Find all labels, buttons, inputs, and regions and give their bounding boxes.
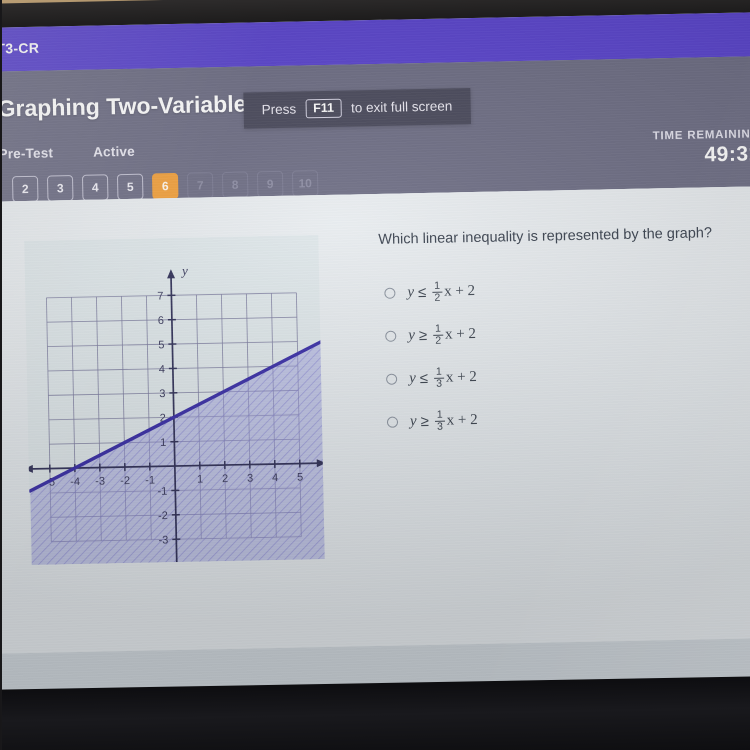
- svg-text:-1: -1: [157, 486, 167, 498]
- question-chip-8: 8: [221, 171, 249, 199]
- page-title-main: Graphing Two-Variable: [0, 90, 254, 122]
- radio-button-2[interactable]: [385, 330, 397, 342]
- expr-operator-3: ≤: [419, 369, 429, 388]
- svg-text:-2: -2: [158, 510, 168, 522]
- tab-pre-test[interactable]: Pre-Test: [0, 145, 53, 161]
- question-chip-2[interactable]: 2: [11, 175, 39, 203]
- time-remaining-label: TIME REMAINING: [652, 128, 750, 143]
- time-remaining-value: 49:31: [704, 142, 750, 167]
- expr-variable-y-1: y: [407, 284, 415, 301]
- expr-variable-y-4: y: [409, 413, 417, 430]
- svg-text:-2: -2: [120, 475, 130, 487]
- subtab-bar: Pre-Test Active: [0, 144, 135, 162]
- monitor-bezel-left: [0, 0, 2, 750]
- answer-expression-2: y ≥1 2 x + 2: [408, 323, 476, 347]
- expr-fraction-3: 13: [434, 365, 445, 390]
- expr-fraction-denominator-1: 2: [432, 291, 443, 304]
- answer-options: y ≤1 2 x + 2 y ≥1 2 x + 2 y ≤1 3 x + 2 y ≥1 3 x + 2: [384, 265, 747, 444]
- svg-text:6: 6: [158, 315, 164, 327]
- answer-expression-4: y ≥1 3 x + 2: [410, 409, 478, 433]
- fullscreen-toast-press: Press: [261, 101, 297, 118]
- assessment-header: Graphing Two-Variable Linear Inequalitie…: [0, 55, 750, 203]
- svg-text:4: 4: [272, 472, 278, 484]
- fullscreen-key-f11: F11: [305, 98, 343, 119]
- svg-text:5: 5: [158, 339, 164, 351]
- radio-button-4[interactable]: [386, 416, 399, 428]
- inequality-graph: -5-4-3-2-112345-3-2-11234567xy: [24, 235, 325, 565]
- svg-text:x: x: [322, 471, 325, 486]
- svg-text:4: 4: [159, 364, 165, 376]
- expr-operator-4: ≥: [420, 412, 430, 431]
- answer-option-3[interactable]: y ≤1 3 x + 2: [386, 351, 747, 401]
- question-chip-7: 7: [186, 172, 214, 199]
- radio-button-3[interactable]: [386, 373, 398, 385]
- content-body: -5-4-3-2-112345-3-2-11234567xy Which lin…: [0, 185, 750, 654]
- expr-fraction-numerator-1: 1: [434, 279, 441, 292]
- answer-option-2[interactable]: y ≥1 2 x + 2: [385, 308, 746, 358]
- expr-fraction-2: 12: [433, 322, 444, 347]
- expr-operator-2: ≥: [418, 326, 428, 345]
- brand-label: T3-CR: [0, 39, 40, 57]
- answer-option-1[interactable]: y ≤1 2 x + 2: [384, 265, 745, 315]
- radio-button-1[interactable]: [384, 287, 396, 299]
- expr-tail-1: x + 2: [443, 282, 476, 300]
- time-remaining: TIME REMAINING 49:31: [653, 128, 750, 168]
- expr-fraction-numerator-2: 1: [434, 322, 441, 335]
- svg-text:1: 1: [160, 437, 166, 449]
- content-body-inner: -5-4-3-2-112345-3-2-11234567xy Which lin…: [0, 185, 750, 654]
- graph-figure: -5-4-3-2-112345-3-2-11234567xy: [24, 235, 325, 565]
- question-chip-6[interactable]: 6: [151, 172, 179, 200]
- answer-option-4[interactable]: y ≥1 3 x + 2: [386, 394, 748, 444]
- svg-text:5: 5: [297, 471, 303, 483]
- svg-text:-1: -1: [145, 474, 155, 486]
- expr-fraction-numerator-4: 1: [436, 408, 443, 421]
- expr-variable-y-3: y: [408, 370, 416, 387]
- fullscreen-toast-rest: to exit full screen: [350, 98, 453, 116]
- question-chip-9: 9: [256, 170, 284, 198]
- tab-active[interactable]: Active: [93, 144, 135, 160]
- expr-tail-3: x + 2: [445, 368, 477, 386]
- svg-text:7: 7: [157, 290, 163, 302]
- expr-fraction-1: 12: [432, 279, 443, 304]
- expr-fraction-4: 13: [434, 408, 445, 433]
- question-chip-3[interactable]: 3: [46, 175, 74, 202]
- monitor-screen: T3-CR Graphing Two-Variable Linear Inequ…: [0, 11, 750, 700]
- question-chip-4[interactable]: 4: [81, 174, 109, 201]
- svg-text:3: 3: [247, 472, 253, 484]
- answer-expression-3: y ≤1 3 x + 2: [409, 366, 477, 390]
- expr-tail-2: x + 2: [444, 325, 477, 343]
- expr-tail-4: x + 2: [446, 411, 478, 429]
- fullscreen-toast: Press F11 to exit full screen: [243, 88, 471, 129]
- expr-fraction-denominator-3: 3: [434, 377, 445, 390]
- monitor-bezel-bottom: [0, 676, 750, 750]
- svg-text:3: 3: [159, 388, 165, 400]
- svg-text:-3: -3: [95, 475, 105, 487]
- expr-fraction-denominator-2: 2: [433, 334, 444, 347]
- expr-variable-y-2: y: [408, 327, 416, 344]
- svg-text:2: 2: [222, 473, 228, 485]
- svg-text:1: 1: [197, 473, 203, 485]
- expr-fraction-denominator-4: 3: [434, 420, 445, 433]
- answer-expression-1: y ≤1 2 x + 2: [407, 280, 475, 304]
- svg-text:-3: -3: [158, 534, 168, 546]
- expr-operator-1: ≤: [417, 283, 427, 302]
- question-text: Which linear inequality is represented b…: [378, 225, 713, 248]
- monitor-photo: T3-CR Graphing Two-Variable Linear Inequ…: [0, 0, 750, 750]
- question-chip-10: 10: [291, 170, 319, 197]
- question-chip-5[interactable]: 5: [116, 173, 144, 201]
- svg-text:-4: -4: [70, 476, 80, 488]
- expr-fraction-numerator-3: 1: [435, 365, 442, 378]
